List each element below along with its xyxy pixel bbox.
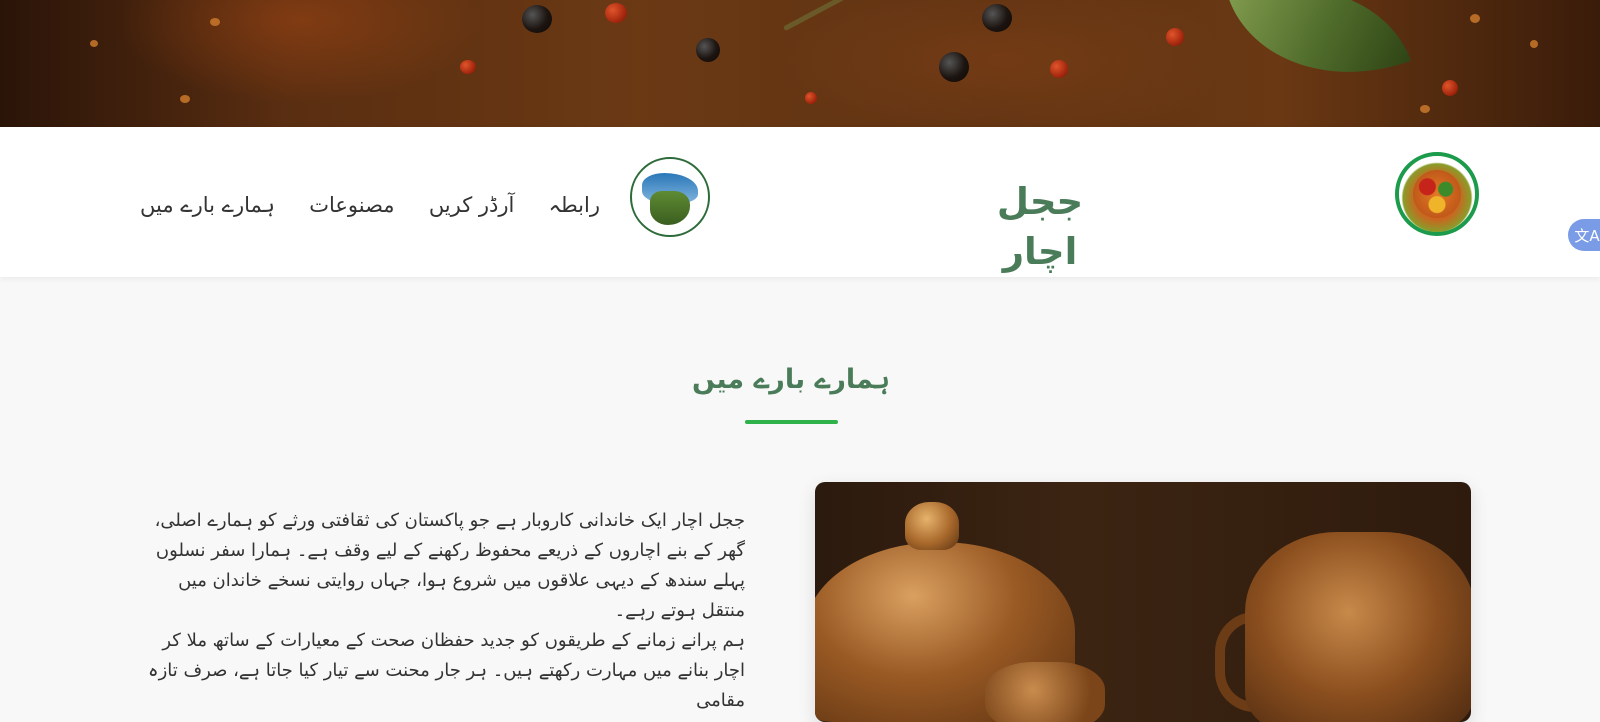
- chili-flake: [1442, 80, 1458, 96]
- about-paragraph: ججل اچار ایک خاندانی کاروبار ہے جو پاکست…: [154, 510, 745, 621]
- spice-seed: [1470, 14, 1480, 23]
- translate-icon: 文A: [1574, 226, 1600, 245]
- chili-flake: [605, 3, 627, 23]
- nav-item-products[interactable]: مصنوعات: [309, 193, 394, 217]
- nav-item-order[interactable]: آرڈر کریں: [429, 193, 515, 217]
- copper-jug: [1245, 532, 1471, 722]
- copper-pot-knob: [905, 502, 959, 550]
- peppercorn: [939, 52, 969, 82]
- brand-logo[interactable]: [1395, 152, 1479, 236]
- spice-seed: [1420, 105, 1430, 113]
- about-text: ججل اچار ایک خاندانی کاروبار ہے جو پاکست…: [140, 506, 745, 716]
- spice-seed: [1530, 40, 1538, 48]
- site-header: ججل اچار ہمارے بارے میں مصنوعات آرڈر کری…: [0, 127, 1600, 277]
- peppercorn: [696, 38, 720, 62]
- brand-title[interactable]: ججل اچار: [960, 177, 1120, 277]
- copper-pot-rim: [985, 662, 1105, 722]
- main-nav: ہمارے بارے میں مصنوعات آرڈر کریں رابطہ: [140, 185, 600, 225]
- peppercorn: [982, 4, 1012, 32]
- spice-seed: [90, 40, 98, 47]
- translate-button[interactable]: 文A: [1568, 219, 1600, 251]
- bay-leaf: [1229, 0, 1411, 113]
- section-title-about: ہمارے بارے میں: [692, 364, 890, 395]
- spice-twig: [782, 0, 848, 32]
- chili-flake: [805, 92, 817, 104]
- chili-flake: [1050, 60, 1068, 78]
- title-underline: [745, 420, 838, 424]
- brand-emblem-logo: [630, 157, 710, 237]
- nav-item-about[interactable]: ہمارے بارے میں: [140, 193, 275, 217]
- peppercorn: [522, 5, 552, 33]
- spice-seed: [180, 95, 190, 103]
- chili-flake: [460, 60, 476, 74]
- chili-flake: [1166, 28, 1184, 46]
- copper-pots-image: [815, 482, 1471, 722]
- hero-banner: [0, 0, 1600, 127]
- about-paragraph: ہم پرانے زمانے کے طریقوں کو جدید حفظان ص…: [148, 630, 745, 711]
- nav-item-contact[interactable]: رابطہ: [549, 193, 600, 217]
- spice-seed: [210, 18, 220, 26]
